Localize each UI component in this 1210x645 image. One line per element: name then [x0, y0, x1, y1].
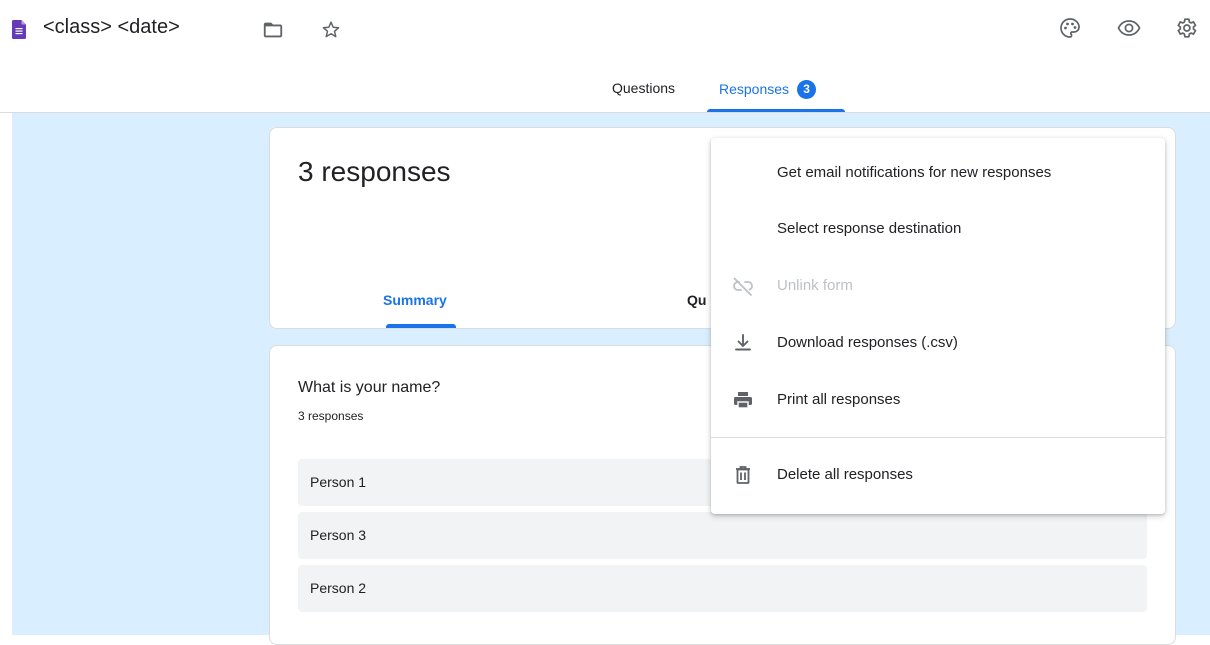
tab-responses-label: Responses: [719, 81, 790, 97]
menu-item-print-all[interactable]: Print all responses: [711, 373, 1165, 429]
responses-count-badge: 3: [797, 80, 817, 99]
menu-item-select-destination[interactable]: Select response destination: [711, 202, 1165, 258]
menu-item-unlink-form: Unlink form: [711, 259, 1165, 315]
forms-logo-icon[interactable]: [12, 20, 26, 39]
form-tabs: Questions Responses 3: [0, 66, 1210, 113]
tab-active-indicator: [707, 109, 845, 112]
subtab-summary[interactable]: Summary: [383, 292, 447, 308]
menu-divider: [711, 437, 1165, 438]
question-title: What is your name?: [298, 379, 441, 396]
subtab-question[interactable]: Qu: [687, 292, 706, 308]
responses-options-menu: Get email notifications for new response…: [711, 138, 1165, 514]
folder-icon[interactable]: [262, 19, 284, 41]
tab-questions[interactable]: Questions: [612, 80, 675, 96]
menu-item-email-notifications[interactable]: Get email notifications for new response…: [711, 146, 1165, 202]
answer-row: Person 3: [298, 512, 1147, 559]
eye-icon[interactable]: [1117, 16, 1141, 40]
menu-item-label: Get email notifications for new response…: [777, 164, 1052, 181]
menu-item-label: Select response destination: [777, 220, 962, 237]
tab-responses[interactable]: Responses 3: [719, 80, 817, 99]
menu-item-label: Download responses (.csv): [777, 334, 958, 351]
menu-item-label: Delete all responses: [777, 466, 913, 483]
top-bar: <class> <date>: [0, 0, 1210, 66]
palette-icon[interactable]: [1058, 16, 1082, 40]
menu-item-label: Unlink form: [777, 277, 853, 294]
star-icon[interactable]: [320, 19, 342, 41]
settings-icon[interactable]: [1174, 16, 1198, 40]
question-responses-count: 3 responses: [298, 409, 364, 423]
document-title[interactable]: <class> <date>: [43, 16, 180, 39]
answer-row: Person 2: [298, 565, 1147, 612]
trash-icon: [736, 466, 750, 484]
subtab-active-indicator: [386, 324, 456, 328]
menu-item-download-csv[interactable]: Download responses (.csv): [711, 316, 1165, 372]
responses-count-title: 3 responses: [298, 156, 451, 187]
download-icon: [735, 334, 751, 351]
menu-item-label: Print all responses: [777, 391, 901, 408]
unlink-icon: [733, 277, 753, 296]
menu-item-delete-all[interactable]: Delete all responses: [711, 448, 1165, 504]
print-icon: [734, 392, 752, 409]
